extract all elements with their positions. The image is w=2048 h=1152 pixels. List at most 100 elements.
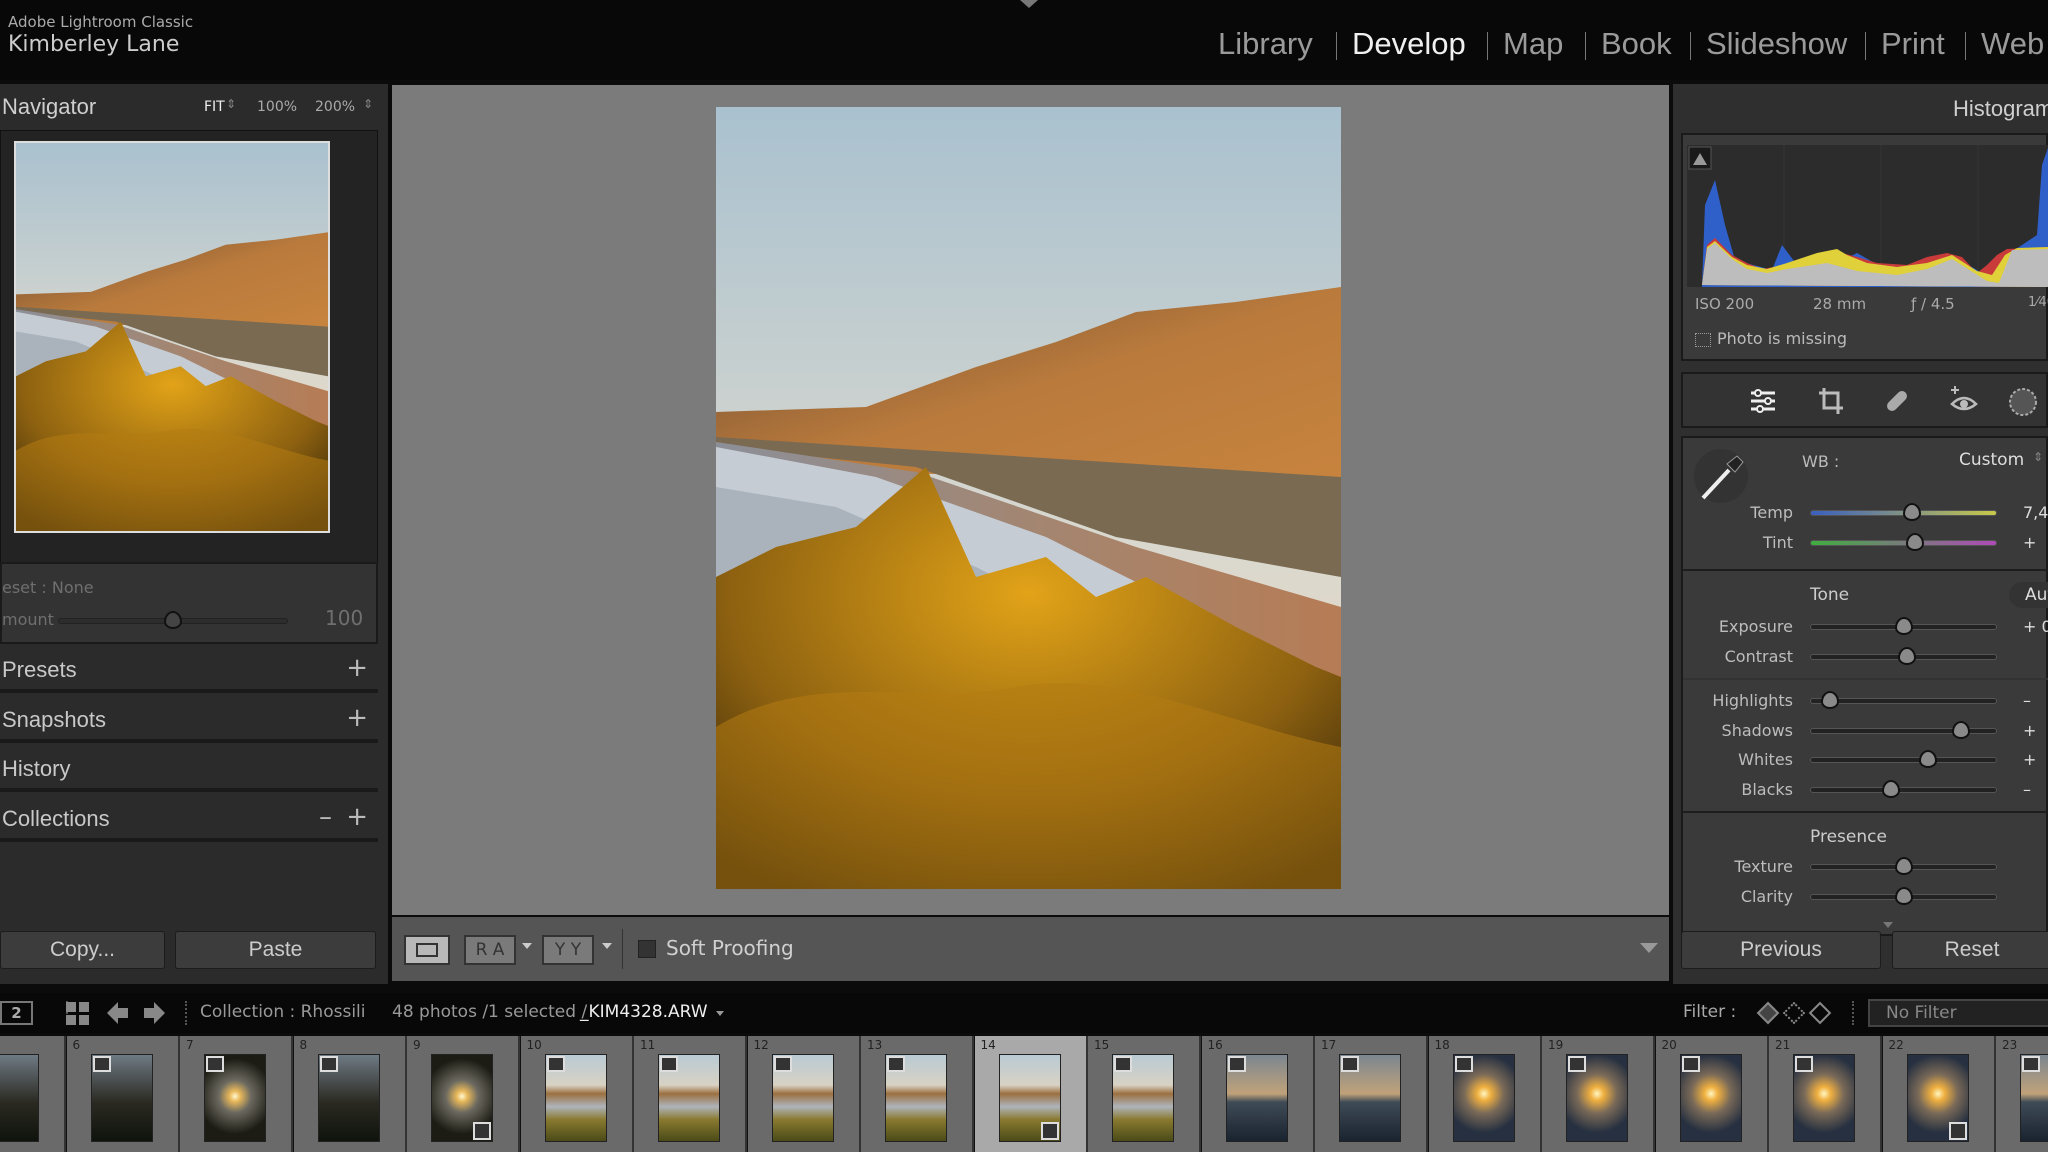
module-map[interactable]: Map: [1503, 26, 1563, 62]
unflagged-filter-icon[interactable]: [1782, 1001, 1806, 1025]
whites-slider-thumb[interactable]: [1918, 750, 1937, 768]
wb-stepper-icon[interactable]: ⇕: [2033, 450, 2043, 464]
filmstrip-thumbnail[interactable]: 23: [1996, 1036, 2048, 1152]
highlights-slider-thumb[interactable]: [1820, 691, 1839, 709]
grid-view-icon[interactable]: [66, 1002, 90, 1026]
filmstrip-thumbnail[interactable]: 15: [1088, 1036, 1201, 1152]
clarity-slider-thumb[interactable]: [1894, 887, 1913, 905]
amount-slider[interactable]: [58, 611, 288, 629]
reset-button[interactable]: Reset: [1892, 931, 2048, 969]
shadows-slider-thumb[interactable]: [1951, 721, 1970, 739]
module-book[interactable]: Book: [1601, 26, 1672, 62]
exposure-slider-thumb[interactable]: [1894, 617, 1913, 635]
contrast-slider[interactable]: [1810, 647, 1997, 665]
add-presets-button[interactable]: +: [346, 653, 368, 683]
filmstrip-thumbnail[interactable]: 18: [1428, 1036, 1542, 1152]
remove-collections-button[interactable]: –: [319, 802, 332, 832]
filmstrip-thumbnail[interactable]: 10: [520, 1036, 634, 1152]
filmstrip-thumbnail[interactable]: 12: [747, 1036, 861, 1152]
swap-view-dropdown-icon[interactable]: [602, 943, 612, 949]
filmstrip-thumbnail[interactable]: [0, 1036, 66, 1152]
toolbar-content-menu-icon[interactable]: [1640, 943, 1658, 953]
red-eye-icon[interactable]: [1949, 384, 1979, 416]
zoom-100-button[interactable]: 100%: [257, 99, 297, 115]
texture-slider-thumb[interactable]: [1894, 857, 1913, 875]
module-web[interactable]: Web: [1981, 26, 2044, 62]
zoom-200-button[interactable]: 200%: [315, 99, 355, 115]
filmstrip-thumbnail[interactable]: 16: [1201, 1036, 1315, 1152]
filmstrip-thumbnail[interactable]: 7: [180, 1036, 293, 1152]
filmstrip-thumbnail[interactable]: 8: [293, 1036, 407, 1152]
edit-sliders-icon[interactable]: [1749, 388, 1777, 414]
filmstrip-thumbnail[interactable]: 13: [861, 1036, 974, 1152]
shadows-value[interactable]: +: [2023, 721, 2036, 740]
filmstrip-thumbnail[interactable]: 20: [1655, 1036, 1769, 1152]
rejected-filter-icon[interactable]: [1808, 1001, 1832, 1025]
blacks-slider[interactable]: [1810, 780, 1997, 798]
whites-value[interactable]: +: [2023, 750, 2036, 769]
auto-tone-button[interactable]: Aut: [2009, 582, 2048, 608]
main-photo[interactable]: [716, 107, 1341, 889]
tint-slider[interactable]: [1810, 533, 1997, 551]
wb-eyedropper-icon[interactable]: [1693, 448, 1749, 504]
shadows-slider[interactable]: [1810, 721, 1997, 739]
crop-icon[interactable]: [1817, 386, 1845, 416]
navigator-preview[interactable]: [14, 141, 330, 533]
flagged-filter-icon[interactable]: [1756, 1001, 1780, 1025]
zoom-fit-button[interactable]: FIT: [204, 99, 225, 115]
tint-value[interactable]: +: [2023, 533, 2036, 552]
paste-button[interactable]: Paste: [175, 931, 376, 969]
filmstrip-thumbnail[interactable]: 11: [634, 1036, 747, 1152]
swap-view-button[interactable]: Y Y: [542, 935, 594, 965]
module-library[interactable]: Library: [1218, 26, 1313, 62]
panel-presets[interactable]: Presets +: [0, 649, 378, 693]
panel-collections[interactable]: Collections – +: [0, 798, 378, 842]
collapse-top-panel-icon[interactable]: [1020, 0, 1038, 8]
histogram-graph[interactable]: [1687, 145, 2048, 287]
zoom-stepper-icon[interactable]: ⇕: [363, 97, 373, 111]
clarity-slider[interactable]: [1810, 887, 1997, 905]
module-print[interactable]: Print: [1881, 26, 1945, 62]
back-arrow-icon[interactable]: [107, 1002, 129, 1024]
amount-slider-thumb[interactable]: [164, 611, 182, 629]
previous-button[interactable]: Previous: [1681, 931, 1881, 969]
filmstrip-thumbnail[interactable]: 22: [1882, 1036, 1996, 1152]
before-after-dropdown-icon[interactable]: [522, 943, 532, 949]
panel-history[interactable]: History: [0, 748, 378, 792]
filter-preset-select[interactable]: No Filter: [1868, 999, 2048, 1027]
highlights-value[interactable]: –: [2023, 691, 2031, 710]
wb-select[interactable]: Custom: [1959, 450, 2024, 470]
healing-icon[interactable]: [1882, 386, 1912, 416]
filmstrip-thumbnail[interactable]: 9: [407, 1036, 520, 1152]
filmstrip-thumbnail[interactable]: 6: [66, 1036, 180, 1152]
texture-slider[interactable]: [1810, 857, 1997, 875]
secondary-monitor-button[interactable]: 2: [0, 1001, 33, 1025]
panel-snapshots[interactable]: Snapshots +: [0, 699, 378, 743]
current-filename[interactable]: _KIM4328.ARW: [580, 1002, 708, 1022]
add-snapshots-button[interactable]: +: [346, 703, 368, 733]
filmstrip-thumbnail[interactable]: 21: [1769, 1036, 1882, 1152]
tint-slider-thumb[interactable]: [1905, 533, 1924, 551]
highlights-slider[interactable]: [1810, 691, 1997, 709]
blacks-slider-thumb[interactable]: [1881, 780, 1900, 798]
filename-dropdown-icon[interactable]: [716, 1011, 724, 1016]
collection-source[interactable]: Collection : Rhossili: [200, 1002, 366, 1022]
temp-value[interactable]: 7,4: [2023, 503, 2048, 522]
filmstrip-thumbnail[interactable]: 17: [1315, 1036, 1428, 1152]
masking-icon[interactable]: [2007, 386, 2039, 418]
filmstrip-thumbnail[interactable]: 19: [1542, 1036, 1655, 1152]
contrast-slider-thumb[interactable]: [1898, 647, 1917, 665]
filmstrip-thumbnail[interactable]: 14: [974, 1036, 1088, 1152]
temp-slider[interactable]: [1810, 503, 1997, 521]
zoom-fit-stepper-icon[interactable]: ⇕: [226, 97, 236, 111]
before-after-button[interactable]: R A: [464, 935, 516, 965]
loupe-view-button[interactable]: [404, 935, 450, 965]
add-collections-button[interactable]: +: [346, 802, 368, 832]
copy-button[interactable]: Copy...: [0, 931, 165, 969]
forward-arrow-icon[interactable]: [143, 1002, 165, 1024]
soft-proofing-checkbox[interactable]: [638, 940, 656, 958]
blacks-value[interactable]: –: [2023, 780, 2031, 799]
exposure-value[interactable]: + 0: [2023, 617, 2048, 636]
exposure-slider[interactable]: [1810, 617, 1997, 635]
temp-slider-thumb[interactable]: [1902, 503, 1921, 521]
